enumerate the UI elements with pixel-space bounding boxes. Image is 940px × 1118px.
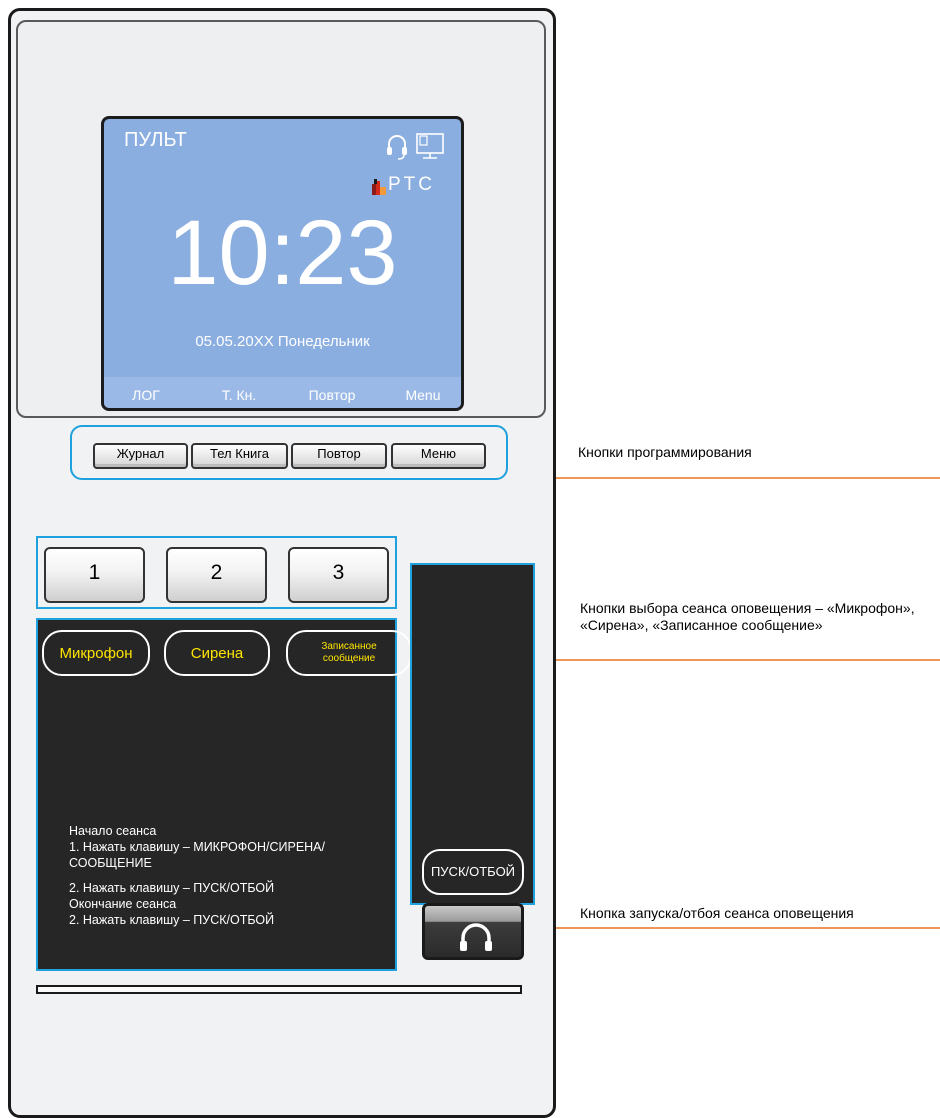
instruction-line: 2. Нажать клавишу – ПУСК/ОТБОЙ	[69, 913, 275, 927]
callout-launch: Кнопка запуска/отбоя сеанса оповещения	[580, 905, 854, 921]
microphone-label: Микрофон	[42, 630, 150, 676]
headset-icon	[460, 923, 492, 951]
instructions-text: Начало сеанса 1. Нажать клавишу – МИКРОФ…	[69, 823, 389, 928]
journal-button[interactable]: Журнал	[93, 443, 188, 469]
date-display: 05.05.20XX Понедельник	[195, 333, 370, 350]
session-button-2[interactable]: 2	[166, 547, 267, 603]
instruction-line: Окончание сеанса	[69, 897, 177, 911]
phonebook-button[interactable]: Тел Книга	[191, 443, 288, 469]
softkey-log[interactable]: ЛОГ	[106, 387, 186, 403]
repeat-button[interactable]: Повтор	[291, 443, 387, 469]
recorded-message-label: Записанное сообщение	[286, 630, 412, 676]
logo-mark-icon	[372, 179, 386, 195]
callout-session-select: Кнопки выбора сеанса оповещения – «Микро…	[580, 600, 915, 633]
session-info-panel: Микрофон Сирена Записанное сообщение Нач…	[36, 618, 412, 971]
softkey-repeat[interactable]: Повтор	[292, 387, 372, 403]
instruction-line: 1. Нажать клавишу – МИКРОФОН/СИРЕНА/ СОО…	[69, 840, 325, 870]
card-slot	[36, 985, 522, 994]
lcd-screen: ПУЛЬТ PTC 10:23 05.05.20XX Понедельник Л…	[101, 116, 464, 411]
clock-display: 10:23	[167, 202, 398, 304]
session-button-3[interactable]: 3	[288, 547, 389, 603]
softkey-phonebook[interactable]: Т. Кн.	[199, 387, 279, 403]
monitor-icon	[416, 133, 444, 159]
launch-label: ПУСК/ОТБОЙ	[422, 849, 524, 895]
instruction-line: 2. Нажать клавишу – ПУСК/ОТБОЙ	[69, 881, 275, 895]
siren-label: Сирена	[164, 630, 270, 676]
softkey-bar: ЛОГ Т. Кн. Повтор Menu	[104, 377, 461, 408]
logo-text: PTC	[388, 174, 435, 195]
menu-button[interactable]: Меню	[391, 443, 486, 469]
screen-title: ПУЛЬТ	[124, 129, 187, 151]
session-button-1[interactable]: 1	[44, 547, 145, 603]
softkey-menu[interactable]: Menu	[383, 387, 461, 403]
instruction-line: Начало сеанса	[69, 824, 157, 838]
launch-headset-button[interactable]	[422, 903, 524, 960]
headset-icon	[387, 135, 407, 160]
launch-panel: ПУСК/ОТБОЙ	[410, 563, 535, 905]
callout-programming: Кнопки программирования	[578, 444, 752, 460]
